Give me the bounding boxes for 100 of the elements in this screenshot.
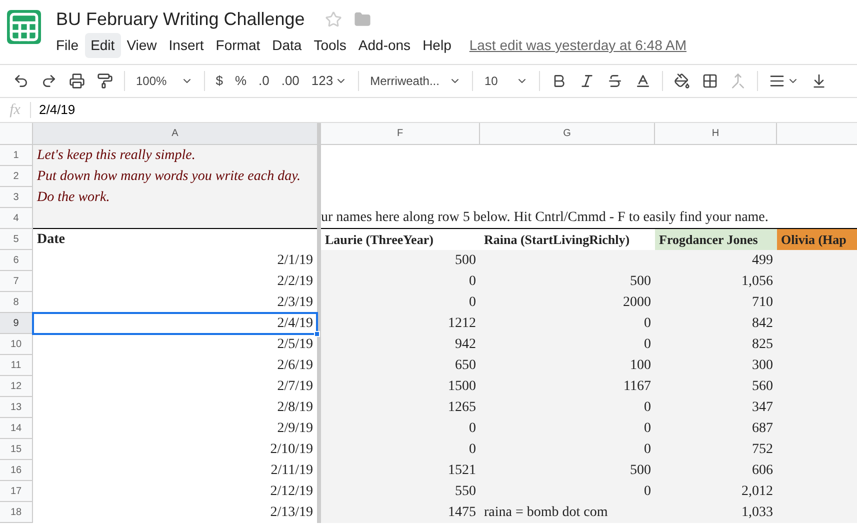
date-cell[interactable]: 2/11/19 (33, 460, 317, 481)
header-cell-text: Date (37, 231, 65, 249)
align-icon (768, 73, 785, 89)
row-number[interactable]: 13 (0, 397, 33, 418)
date-cell[interactable]: 2/1/19 (33, 250, 317, 271)
formula-field[interactable]: 2/4/19 (31, 100, 857, 120)
font-dropdown[interactable]: Merriweath... (365, 67, 466, 95)
row-number[interactable]: 12 (0, 376, 33, 397)
document-title[interactable]: BU February Writing Challenge (56, 6, 305, 33)
paint-roller-icon (97, 73, 113, 89)
row-number[interactable]: 3 (0, 187, 33, 208)
row-number[interactable]: 7 (0, 271, 33, 292)
note-text: Put down how many words you write each day. (37, 168, 301, 186)
menu-item[interactable]: Add-ons (352, 33, 417, 58)
row-number[interactable]: 11 (0, 355, 33, 376)
note-text: Do the work. (37, 189, 110, 207)
table-cell-text: 1475 (447, 504, 477, 522)
italic-icon (578, 73, 595, 89)
row-number[interactable]: 1 (0, 145, 33, 166)
number-format-dropdown[interactable]: 123 (306, 67, 352, 95)
currency-button[interactable]: $ (210, 67, 228, 95)
table-cell-text: 650 (454, 357, 477, 375)
table-cell-text: 1521 (447, 462, 477, 480)
date-cell[interactable]: 2/5/19 (33, 334, 317, 355)
column-header[interactable]: G (480, 123, 655, 144)
table-cell-text: 100 (629, 357, 652, 375)
menu-item[interactable]: File (50, 33, 85, 58)
row-number[interactable]: 15 (0, 439, 33, 460)
zoom-dropdown[interactable]: 100% (131, 67, 198, 95)
decrease-decimals-button[interactable]: .0 (254, 67, 274, 95)
table-cell-text: 347 (751, 399, 774, 417)
row-number[interactable]: 14 (0, 418, 33, 439)
undo-icon (13, 73, 29, 89)
table-cell-text: 0 (468, 273, 477, 291)
menu-item[interactable]: Insert (162, 33, 210, 58)
table-cell-text: 1167 (622, 378, 652, 396)
formula-label: fx (8, 100, 22, 120)
row-number[interactable]: 10 (0, 334, 33, 355)
percent-button[interactable]: % (230, 67, 252, 95)
table-cell-text: 0 (468, 420, 477, 438)
date-cell[interactable]: 2/3/19 (33, 292, 317, 313)
table-cell-text: 0 (468, 294, 477, 312)
table-cell-text: 0 (468, 441, 477, 459)
menu-item[interactable]: Data (266, 33, 308, 58)
row-number[interactable]: 18 (0, 502, 33, 523)
menu-item[interactable]: Help (416, 33, 458, 58)
table-cell-text: 1212 (447, 315, 477, 333)
last-edit-link[interactable]: Last edit was yesterday at 6:48 AM (469, 35, 686, 56)
table-cell-text: 1265 (447, 399, 477, 417)
table-cell-text: 1,056 (740, 273, 774, 291)
row-number[interactable]: 2 (0, 166, 33, 187)
date-cell[interactable]: 2/12/19 (33, 481, 317, 502)
table-cell-text: 550 (454, 483, 477, 501)
date-cell[interactable]: 2/4/19 (33, 313, 317, 334)
column-header[interactable]: F (321, 123, 480, 144)
column-header[interactable]: H (655, 123, 777, 144)
table-cell-text: 942 (454, 336, 477, 354)
menu-item[interactable]: View (120, 33, 163, 58)
strikethrough-icon (606, 73, 623, 89)
date-cell[interactable]: 2/8/19 (33, 397, 317, 418)
increase-decimals-button[interactable]: .00 (276, 67, 304, 95)
table-cell-text: 500 (454, 252, 477, 270)
row-number[interactable]: 5 (0, 229, 33, 250)
row-number[interactable]: 8 (0, 292, 33, 313)
printer-icon (69, 73, 85, 89)
table-cell-text: 0 (643, 441, 652, 459)
row-number[interactable]: 4 (0, 208, 33, 229)
date-cell[interactable]: 2/10/19 (33, 439, 317, 460)
instruction-text: ur names here along row 5 below. Hit Cntrl/Cmmd - F to easily find your name. (321, 209, 768, 227)
table-cell-text: 0 (643, 336, 652, 354)
date-cell[interactable]: 2/6/19 (33, 355, 317, 376)
row-number[interactable]: 6 (0, 250, 33, 271)
date-cell[interactable]: 2/7/19 (33, 376, 317, 397)
merge-icon (730, 73, 746, 89)
menu-item[interactable]: Edit (84, 33, 121, 58)
row-number[interactable]: 9 (0, 313, 33, 334)
note-text: Let's keep this really simple. (37, 147, 196, 165)
name-header-cell: Frogdancer Jones (655, 229, 777, 250)
row-number[interactable]: 17 (0, 481, 33, 502)
table-cell-text: 710 (751, 294, 774, 312)
date-cell[interactable]: 2/9/19 (33, 418, 317, 439)
table-cell-text: 500 (629, 462, 652, 480)
star-icon[interactable] (324, 11, 342, 28)
menu-item[interactable]: Format (210, 33, 266, 58)
paint-bucket-icon (674, 73, 690, 89)
table-cell-text: 0 (643, 399, 652, 417)
font-size-dropdown[interactable]: 10 (479, 67, 533, 95)
fill-handle[interactable] (314, 331, 320, 337)
table-cell-text: 1,033 (740, 504, 774, 522)
table-cell-text: 499 (751, 252, 774, 270)
menu-item[interactable]: Tools (308, 33, 352, 58)
table-cell-text: 1500 (447, 378, 477, 396)
table-cell-text: 825 (751, 336, 774, 354)
row-number[interactable]: 16 (0, 460, 33, 481)
date-cell[interactable]: 2/2/19 (33, 271, 317, 292)
spreadsheet-logo-icon[interactable] (7, 10, 41, 44)
table-cell-text: 2,012 (740, 483, 774, 501)
date-cell[interactable]: 2/13/19 (33, 502, 317, 523)
column-header[interactable]: A (33, 123, 317, 144)
table-cell-text: 0 (643, 483, 652, 501)
